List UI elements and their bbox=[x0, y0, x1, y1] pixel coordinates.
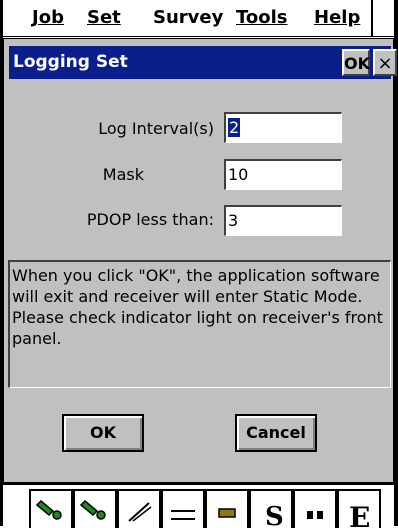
wrench-icon[interactable] bbox=[73, 489, 117, 528]
pencil-icon[interactable] bbox=[117, 489, 161, 528]
pdop-input[interactable]: 3 bbox=[224, 205, 342, 236]
pdop-label: PDOP less than: bbox=[86, 210, 214, 229]
ok-button[interactable]: OK bbox=[62, 414, 144, 452]
menu-tools[interactable]: Tools bbox=[236, 5, 288, 31]
cancel-button[interactable]: Cancel bbox=[235, 414, 317, 452]
menu-help[interactable]: Help bbox=[314, 5, 360, 31]
e-icon[interactable]: E bbox=[337, 489, 381, 528]
binoculars-icon[interactable] bbox=[293, 489, 337, 528]
pdop-value: 3 bbox=[228, 211, 239, 230]
satellite-icon[interactable] bbox=[205, 489, 249, 528]
log-interval-value: 2 bbox=[228, 118, 241, 137]
svg-text:E: E bbox=[349, 501, 370, 527]
mask-label: Mask bbox=[102, 165, 144, 184]
log-interval-input[interactable]: 2 bbox=[224, 112, 342, 143]
bottom-toolbar: S E bbox=[3, 483, 394, 528]
svg-text:S: S bbox=[265, 502, 284, 527]
log-interval-label: Log Interval(s) bbox=[98, 119, 214, 138]
menu-job[interactable]: Job bbox=[32, 5, 64, 31]
close-icon[interactable]: × bbox=[373, 49, 397, 76]
dialog-title: Logging Set bbox=[13, 52, 128, 72]
menu-survey[interactable]: Survey bbox=[153, 5, 223, 31]
list-icon[interactable] bbox=[161, 489, 205, 528]
info-message: When you click "OK", the application sof… bbox=[8, 260, 391, 388]
wrench-icon[interactable] bbox=[29, 489, 73, 528]
menu-set[interactable]: Set bbox=[87, 5, 121, 31]
s-icon[interactable]: S bbox=[249, 489, 293, 528]
logging-set-dialog: Logging Set OK × Log Interval(s) 2 Mask … bbox=[3, 38, 397, 483]
dialog-title-bar: Logging Set OK × bbox=[9, 46, 397, 79]
mask-input[interactable]: 10 bbox=[224, 159, 342, 190]
menu-bar: Job Set Survey Tools Help bbox=[3, 0, 394, 37]
menu-separator bbox=[371, 0, 373, 36]
title-ok-button[interactable]: OK bbox=[342, 49, 370, 76]
window-frame-right bbox=[394, 0, 398, 526]
mask-value: 10 bbox=[228, 165, 249, 184]
